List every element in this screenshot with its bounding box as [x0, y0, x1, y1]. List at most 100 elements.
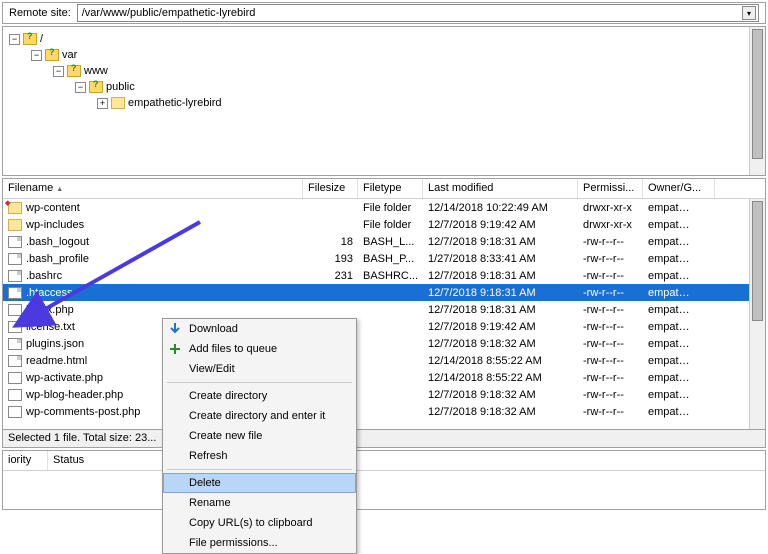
file-icon [8, 270, 22, 282]
col-filesize[interactable]: Filesize [303, 179, 358, 198]
file-owner: empathe... [643, 202, 698, 214]
file-name: .htaccess [26, 287, 72, 299]
table-row[interactable]: .bash_logout18BASH_L...12/7/2018 9:18:31… [3, 233, 765, 250]
file-name: .bash_logout [26, 236, 89, 248]
file-name: wp-activate.php [26, 372, 103, 384]
file-size: 18 [303, 236, 358, 248]
scrollbar-vertical[interactable] [749, 199, 765, 429]
col-priority[interactable]: iority [3, 451, 48, 470]
file-type: BASH_L... [358, 236, 423, 248]
collapse-icon[interactable]: − [9, 34, 20, 45]
table-row[interactable]: plugins.json12/7/2018 9:18:32 AM-rw-r--r… [3, 335, 765, 352]
status-bar: Selected 1 file. Total size: 23... [3, 429, 765, 447]
col-modified[interactable]: Last modified [423, 179, 578, 198]
file-owner: empathe... [643, 304, 698, 316]
menu-create-dir[interactable]: Create directory [163, 386, 356, 406]
file-icon [8, 372, 22, 384]
file-icon [8, 236, 22, 248]
remote-path-value: /var/www/public/empathetic-lyrebird [82, 7, 256, 19]
scrollbar-vertical[interactable] [749, 27, 765, 175]
file-permissions: -rw-r--r-- [578, 287, 643, 299]
file-permissions: -rw-r--r-- [578, 338, 643, 350]
menu-download[interactable]: Download [163, 319, 356, 339]
file-modified: 12/14/2018 10:22:49 AM [423, 202, 578, 214]
table-row[interactable]: wp-blog-header.php12/7/2018 9:18:32 AM-r… [3, 386, 765, 403]
table-row[interactable]: .bash_profile193BASH_P...1/27/2018 8:33:… [3, 250, 765, 267]
file-icon [8, 253, 22, 265]
file-owner: empathe... [643, 389, 698, 401]
col-permissions[interactable]: Permissi... [578, 179, 643, 198]
table-row[interactable]: wp-activate.php12/14/2018 8:55:22 AM-rw-… [3, 369, 765, 386]
file-name: wp-content [26, 202, 80, 214]
file-modified: 12/7/2018 9:18:31 AM [423, 287, 578, 299]
table-row[interactable]: wp-includesFile folder12/7/2018 9:19:42 … [3, 216, 765, 233]
file-name: wp-comments-post.php [26, 406, 140, 418]
file-permissions: -rw-r--r-- [578, 304, 643, 316]
col-filetype[interactable]: Filetype [358, 179, 423, 198]
tree-label: public [106, 81, 135, 93]
tree-node-root[interactable]: − / [9, 31, 759, 47]
menu-delete[interactable]: Delete [163, 473, 356, 493]
menu-create-file[interactable]: Create new file [163, 426, 356, 446]
table-row[interactable]: .bashrc231BASHRC...12/7/2018 9:18:31 AM-… [3, 267, 765, 284]
file-owner: empathe... [643, 372, 698, 384]
remote-tree-panel: − / − var − www − public + empathetic-ly… [2, 26, 766, 176]
file-owner: empathe... [643, 355, 698, 367]
tree-label: empathetic-lyrebird [128, 97, 222, 109]
folder-icon [67, 65, 81, 77]
collapse-icon[interactable]: − [31, 50, 42, 61]
menu-rename[interactable]: Rename [163, 493, 356, 513]
collapse-icon[interactable]: − [53, 66, 64, 77]
table-row[interactable]: readme.html12/14/2018 8:55:22 AM-rw-r--r… [3, 352, 765, 369]
file-permissions: -rw-r--r-- [578, 236, 643, 248]
transfer-queue-panel: iority Status [2, 450, 766, 510]
file-permissions: -rw-r--r-- [578, 270, 643, 282]
tree-node-leaf[interactable]: + empathetic-lyrebird [97, 95, 759, 111]
remote-path-bar: Remote site: /var/www/public/empathetic-… [2, 2, 766, 24]
file-permissions: -rw-r--r-- [578, 406, 643, 418]
col-filename[interactable]: Filename [3, 179, 303, 198]
menu-separator [167, 382, 352, 383]
file-type: File folder [358, 219, 423, 231]
folder-icon [23, 33, 37, 45]
folder-icon [111, 97, 125, 109]
file-icon [8, 406, 22, 418]
chevron-down-icon[interactable]: ▾ [742, 6, 756, 20]
file-permissions: -rw-r--r-- [578, 321, 643, 333]
menu-refresh[interactable]: Refresh [163, 446, 356, 466]
menu-copy-urls[interactable]: Copy URL(s) to clipboard [163, 513, 356, 533]
tree-node-var[interactable]: − var [31, 47, 759, 63]
table-row[interactable]: wp-contentFile folder12/14/2018 10:22:49… [3, 199, 765, 216]
table-row[interactable]: license.txt12/7/2018 9:19:42 AM-rw-r--r-… [3, 318, 765, 335]
collapse-icon[interactable]: − [75, 82, 86, 93]
table-row[interactable]: index.php12/7/2018 9:18:31 AM-rw-r--r--e… [3, 301, 765, 318]
tree-node-public[interactable]: − public [75, 79, 759, 95]
file-permissions: drwxr-xr-x [578, 202, 643, 214]
file-modified: 1/27/2018 8:33:41 AM [423, 253, 578, 265]
table-row[interactable]: .htaccess12/7/2018 9:18:31 AM-rw-r--r--e… [3, 284, 765, 301]
table-row[interactable]: wp-comments-post.php12/7/2018 9:18:32 AM… [3, 403, 765, 420]
file-owner: empathe... [643, 406, 698, 418]
menu-view-edit[interactable]: View/Edit [163, 359, 356, 379]
menu-add-queue[interactable]: Add files to queue [163, 339, 356, 359]
file-modified: 12/7/2018 9:18:32 AM [423, 389, 578, 401]
file-name: .bashrc [26, 270, 62, 282]
file-modified: 12/14/2018 8:55:22 AM [423, 355, 578, 367]
file-modified: 12/7/2018 9:19:42 AM [423, 321, 578, 333]
file-owner: empathe... [643, 338, 698, 350]
menu-file-permissions[interactable]: File permissions... [163, 533, 356, 553]
tree-label: www [84, 65, 108, 77]
download-icon [168, 322, 182, 336]
file-permissions: -rw-r--r-- [578, 372, 643, 384]
file-modified: 12/7/2018 9:18:32 AM [423, 338, 578, 350]
file-icon [8, 389, 22, 401]
tree-label: / [40, 33, 43, 45]
col-owner[interactable]: Owner/G... [643, 179, 715, 198]
file-owner: empathe... [643, 219, 698, 231]
menu-create-dir-enter[interactable]: Create directory and enter it [163, 406, 356, 426]
remote-path-input[interactable]: /var/www/public/empathetic-lyrebird ▾ [77, 4, 759, 22]
file-icon [8, 287, 22, 299]
tree-node-www[interactable]: − www [53, 63, 759, 79]
file-permissions: -rw-r--r-- [578, 389, 643, 401]
expand-icon[interactable]: + [97, 98, 108, 109]
